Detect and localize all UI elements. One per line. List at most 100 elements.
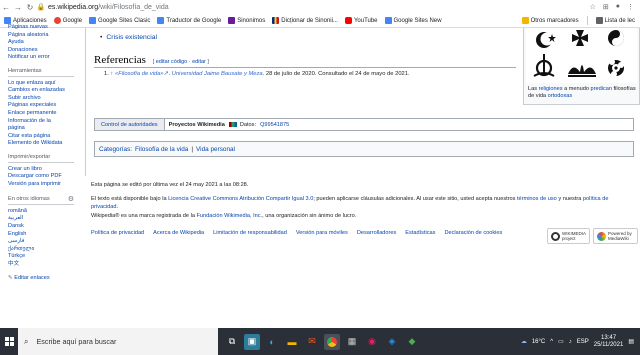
sidebar: Páginas nuevas Página aleatoria Ayuda Do… bbox=[0, 24, 85, 328]
references-heading: Referencias [ editar código · editar ] bbox=[94, 54, 516, 68]
system-tray: ☁ 16°C ^ ▭ ♪ ESP 13:47 25/11/2021 ▤ bbox=[521, 335, 640, 349]
wikimedia-badge[interactable]: WIKIMEDIA project bbox=[547, 228, 590, 244]
forward-icon[interactable]: → bbox=[12, 3, 24, 12]
trademark-text: Wikipedia® es una marca registrada de la… bbox=[91, 213, 357, 219]
reference-link[interactable]: «Filosofía de vida» bbox=[115, 71, 164, 77]
explorer-icon[interactable]: ▣ bbox=[244, 333, 260, 350]
bookmark-youtube[interactable]: YouTube bbox=[343, 17, 380, 24]
language-link[interactable]: Dansk bbox=[8, 223, 85, 231]
language-link[interactable]: 中文 bbox=[8, 261, 85, 269]
mail-icon[interactable]: ✉ bbox=[304, 334, 320, 350]
url-field[interactable]: es.wikipedia.org/wiki/Filosofía_de_vida bbox=[48, 4, 169, 11]
footer-link[interactable]: Versión para móviles bbox=[296, 230, 348, 236]
clock[interactable]: 13:47 25/11/2021 bbox=[594, 335, 624, 349]
see-also-link[interactable]: Crisis existencial bbox=[100, 34, 157, 41]
language-link[interactable]: فارسی bbox=[8, 238, 85, 246]
ortodoxas-link[interactable]: ortodoxas bbox=[548, 93, 573, 99]
language-link[interactable]: ქართული bbox=[8, 246, 85, 254]
tray-arrow-icon[interactable]: ^ bbox=[550, 339, 553, 345]
footer-link[interactable]: Declaración de cookies bbox=[444, 230, 502, 236]
temperature[interactable]: 16°C bbox=[532, 339, 545, 345]
terms-link[interactable]: términos de uso bbox=[517, 196, 557, 202]
wikidata-id-link[interactable]: Q99541875 bbox=[260, 122, 289, 128]
sidebar-link[interactable]: Notificar un error bbox=[8, 54, 85, 62]
lock-icon[interactable]: 🔒 bbox=[36, 3, 46, 11]
sidebar-link[interactable]: Donaciones bbox=[8, 47, 85, 55]
store-icon[interactable]: ▦ bbox=[344, 334, 360, 350]
sidebar-link[interactable]: Página aleatoria bbox=[8, 32, 85, 40]
ref-backlink[interactable]: ↑ bbox=[110, 71, 113, 77]
bookmark-dictionar[interactable]: Dicționar de Sinonii... bbox=[270, 17, 340, 24]
network-icon[interactable]: ▭ bbox=[558, 338, 564, 345]
windows-start-icon[interactable] bbox=[0, 328, 18, 355]
language-indicator[interactable]: ESP bbox=[577, 339, 589, 345]
taskbar-search-input[interactable]: ⌕ Escribe aquí para buscar bbox=[18, 328, 218, 355]
back-icon[interactable]: ← bbox=[0, 3, 12, 12]
sidebar-link[interactable]: Páginas nuevas bbox=[8, 24, 85, 32]
predican-link[interactable]: predican bbox=[591, 86, 612, 92]
other-bookmarks[interactable]: Otros marcadores bbox=[520, 16, 581, 25]
gear-icon[interactable]: ⚙ bbox=[68, 196, 74, 204]
chrome-icon[interactable] bbox=[324, 333, 340, 350]
star-icon[interactable]: ☆ bbox=[590, 3, 596, 11]
bookmark-apps[interactable]: Aplicaciones bbox=[2, 17, 49, 24]
app-icon[interactable]: ◈ bbox=[384, 334, 400, 350]
bookmark-google[interactable]: Google bbox=[52, 17, 84, 24]
footer-link[interactable]: Acerca de Wikipedia bbox=[153, 230, 204, 236]
sidebar-link[interactable]: Descargar como PDF bbox=[8, 173, 85, 181]
language-link[interactable]: Türkçe bbox=[8, 253, 85, 261]
category-link[interactable]: Filosofía de la vida bbox=[135, 146, 188, 153]
apps-grid-icon bbox=[4, 17, 11, 24]
sidebar-link[interactable]: Enlace permanente bbox=[8, 110, 85, 118]
category-link[interactable]: Vida personal bbox=[196, 146, 235, 153]
license-link[interactable]: Licencia Creative Commons Atribución Com… bbox=[168, 196, 313, 202]
bookmark-google-sites-clasic[interactable]: Google Sites Clasic bbox=[87, 17, 152, 24]
foundation-link[interactable]: Fundación Wikimedia, Inc. bbox=[196, 213, 262, 219]
sidebar-link[interactable]: Subir archivo bbox=[8, 95, 85, 103]
google-icon bbox=[53, 17, 61, 24]
edge-icon[interactable]: ◐ bbox=[264, 334, 280, 350]
sidebar-link[interactable]: Crear un libro bbox=[8, 166, 85, 174]
volume-icon[interactable]: ♪ bbox=[569, 339, 572, 345]
sidebar-link[interactable]: Páginas especiales bbox=[8, 102, 85, 110]
sidebar-link[interactable]: Cambios en enlazadas bbox=[8, 87, 85, 95]
sidebar-link[interactable]: Ayuda bbox=[8, 39, 85, 47]
edit-links[interactable]: ✎ Editar enlaces bbox=[8, 275, 85, 282]
menu-icon[interactable]: ⋮ bbox=[627, 3, 634, 11]
footer-link[interactable]: Desarrolladores bbox=[357, 230, 396, 236]
religiones-link[interactable]: religiones bbox=[539, 86, 563, 92]
bookmark-google-sites-new[interactable]: Google Sites New bbox=[383, 17, 444, 24]
authority-control-link[interactable]: Control de autoridades bbox=[95, 119, 165, 130]
footer-links: Política de privacidad Acerca de Wikiped… bbox=[91, 230, 502, 236]
google-sites-icon bbox=[89, 17, 97, 24]
edit-code-link[interactable]: editar código bbox=[156, 59, 188, 65]
religious-symbols-image[interactable] bbox=[526, 28, 637, 83]
footer-link[interactable]: Limitación de responsabilidad bbox=[213, 230, 287, 236]
sidebar-link[interactable]: Citar esta página bbox=[8, 133, 85, 141]
weather-icon[interactable]: ☁ bbox=[521, 338, 527, 345]
footer-link[interactable]: Estadísticas bbox=[405, 230, 435, 236]
edit-link[interactable]: editar bbox=[192, 59, 206, 65]
reading-list[interactable]: Lista de lec bbox=[594, 16, 637, 25]
sidebar-link[interactable]: Versión para imprimir bbox=[8, 181, 85, 189]
profile-icon[interactable]: ● bbox=[616, 3, 620, 11]
categories-label[interactable]: Categorías bbox=[99, 146, 130, 153]
app-icon[interactable]: ◉ bbox=[364, 334, 380, 350]
sidebar-link[interactable]: Información de la página bbox=[8, 118, 62, 133]
file-explorer-icon[interactable]: ▬ bbox=[284, 334, 300, 350]
print-header: Imprimir/exportar bbox=[8, 154, 74, 163]
infobox-image: Las religiones a menudo predican filosof… bbox=[523, 28, 640, 105]
bookmark-traductor[interactable]: Traductor de Google bbox=[155, 17, 223, 24]
app-icon[interactable]: ◆ bbox=[404, 334, 420, 350]
language-link[interactable]: العربية bbox=[8, 215, 85, 223]
reload-icon[interactable]: ↻ bbox=[24, 3, 36, 12]
bookmark-sinonimos[interactable]: Sinonimos bbox=[226, 17, 267, 24]
notifications-icon[interactable]: ▤ bbox=[628, 338, 634, 345]
extension-icon[interactable]: ⊞ bbox=[603, 3, 609, 11]
footer-link[interactable]: Política de privacidad bbox=[91, 230, 144, 236]
sidebar-link[interactable]: Lo que enlaza aquí bbox=[8, 80, 85, 88]
wikidata-icon bbox=[228, 122, 237, 127]
mediawiki-badge[interactable]: Powered by MediaWiki bbox=[593, 228, 638, 244]
task-view-icon[interactable]: ⧉ bbox=[224, 334, 240, 350]
sidebar-link[interactable]: Elemento de Wikidata bbox=[8, 140, 85, 148]
